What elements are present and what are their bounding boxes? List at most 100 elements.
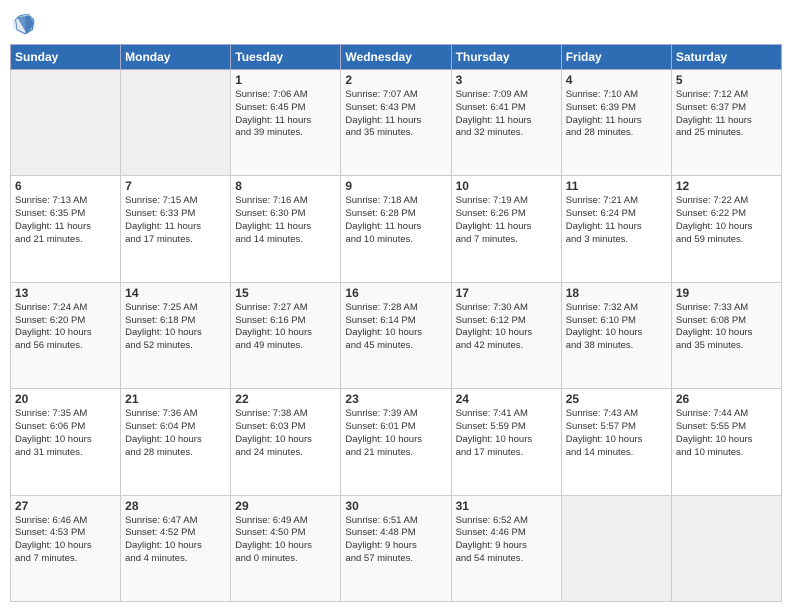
cell-content: Sunrise: 7:18 AM Sunset: 6:28 PM Dayligh… (345, 195, 446, 246)
cell-content: Sunrise: 7:28 AM Sunset: 6:14 PM Dayligh… (345, 302, 446, 353)
cell-content: Sunrise: 7:25 AM Sunset: 6:18 PM Dayligh… (125, 302, 226, 353)
calendar-row-4: 27 Sunrise: 6:46 AM Sunset: 4:53 PM Dayli… (11, 495, 782, 601)
day-number: 24 (456, 392, 557, 406)
day-number: 16 (345, 286, 446, 300)
day-number: 9 (345, 179, 446, 193)
day-number: 15 (235, 286, 336, 300)
calendar-cell: 29 Sunrise: 6:49 AM Sunset: 4:50 PM Dayli… (231, 495, 341, 601)
cell-content: Sunrise: 7:33 AM Sunset: 6:08 PM Dayligh… (676, 302, 777, 353)
calendar-row-1: 6 Sunrise: 7:13 AM Sunset: 6:35 PM Daylig… (11, 176, 782, 282)
cell-content: Sunrise: 7:07 AM Sunset: 6:43 PM Dayligh… (345, 89, 446, 140)
cell-content: Sunrise: 7:16 AM Sunset: 6:30 PM Dayligh… (235, 195, 336, 246)
calendar-cell: 14 Sunrise: 7:25 AM Sunset: 6:18 PM Dayli… (121, 282, 231, 388)
cell-content: Sunrise: 7:35 AM Sunset: 6:06 PM Dayligh… (15, 408, 116, 459)
day-number: 21 (125, 392, 226, 406)
cell-content: Sunrise: 7:10 AM Sunset: 6:39 PM Dayligh… (566, 89, 667, 140)
calendar-cell: 23 Sunrise: 7:39 AM Sunset: 6:01 PM Dayli… (341, 389, 451, 495)
weekday-saturday: Saturday (671, 45, 781, 70)
day-number: 27 (15, 499, 116, 513)
cell-content: Sunrise: 7:09 AM Sunset: 6:41 PM Dayligh… (456, 89, 557, 140)
cell-content: Sunrise: 7:15 AM Sunset: 6:33 PM Dayligh… (125, 195, 226, 246)
calendar-cell: 22Sunrise: 7:38 AM Sunset: 6:03 PM Dayli… (231, 389, 341, 495)
calendar-cell: 5 Sunrise: 7:12 AM Sunset: 6:37 PM Daylig… (671, 70, 781, 176)
calendar-cell: 6 Sunrise: 7:13 AM Sunset: 6:35 PM Daylig… (11, 176, 121, 282)
day-number: 25 (566, 392, 667, 406)
calendar-body: 1 Sunrise: 7:06 AM Sunset: 6:45 PM Daylig… (11, 70, 782, 602)
calendar-cell: 3 Sunrise: 7:09 AM Sunset: 6:41 PM Daylig… (451, 70, 561, 176)
day-number: 29 (235, 499, 336, 513)
cell-content: Sunrise: 7:27 AM Sunset: 6:16 PM Dayligh… (235, 302, 336, 353)
calendar-cell: 7 Sunrise: 7:15 AM Sunset: 6:33 PM Daylig… (121, 176, 231, 282)
calendar-cell: 19Sunrise: 7:33 AM Sunset: 6:08 PM Dayli… (671, 282, 781, 388)
weekday-tuesday: Tuesday (231, 45, 341, 70)
day-number: 31 (456, 499, 557, 513)
cell-content: Sunrise: 7:19 AM Sunset: 6:26 PM Dayligh… (456, 195, 557, 246)
calendar-cell: 26 Sunrise: 7:44 AM Sunset: 5:55 PM Dayli… (671, 389, 781, 495)
calendar-cell: 8 Sunrise: 7:16 AM Sunset: 6:30 PM Daylig… (231, 176, 341, 282)
day-number: 26 (676, 392, 777, 406)
day-number: 10 (456, 179, 557, 193)
calendar-cell (11, 70, 121, 176)
cell-content: Sunrise: 6:49 AM Sunset: 4:50 PM Dayligh… (235, 515, 336, 566)
cell-content: Sunrise: 7:43 AM Sunset: 5:57 PM Dayligh… (566, 408, 667, 459)
calendar-cell: 9 Sunrise: 7:18 AM Sunset: 6:28 PM Daylig… (341, 176, 451, 282)
day-number: 11 (566, 179, 667, 193)
day-number: 23 (345, 392, 446, 406)
day-number: 14 (125, 286, 226, 300)
calendar-cell: 25 Sunrise: 7:43 AM Sunset: 5:57 PM Dayli… (561, 389, 671, 495)
weekday-friday: Friday (561, 45, 671, 70)
calendar-cell: 18Sunrise: 7:32 AM Sunset: 6:10 PM Dayli… (561, 282, 671, 388)
cell-content: Sunrise: 6:47 AM Sunset: 4:52 PM Dayligh… (125, 515, 226, 566)
day-number: 5 (676, 73, 777, 87)
calendar-cell: 12Sunrise: 7:22 AM Sunset: 6:22 PM Dayli… (671, 176, 781, 282)
day-number: 4 (566, 73, 667, 87)
calendar-header: SundayMondayTuesdayWednesdayThursdayFrid… (11, 45, 782, 70)
weekday-thursday: Thursday (451, 45, 561, 70)
calendar-cell: 28 Sunrise: 6:47 AM Sunset: 4:52 PM Dayli… (121, 495, 231, 601)
cell-content: Sunrise: 6:52 AM Sunset: 4:46 PM Dayligh… (456, 515, 557, 566)
calendar-cell: 16 Sunrise: 7:28 AM Sunset: 6:14 PM Dayli… (341, 282, 451, 388)
day-number: 7 (125, 179, 226, 193)
cell-content: Sunrise: 7:22 AM Sunset: 6:22 PM Dayligh… (676, 195, 777, 246)
cell-content: Sunrise: 6:51 AM Sunset: 4:48 PM Dayligh… (345, 515, 446, 566)
day-number: 6 (15, 179, 116, 193)
calendar-cell (121, 70, 231, 176)
day-number: 30 (345, 499, 446, 513)
calendar-cell: 30 Sunrise: 6:51 AM Sunset: 4:48 PM Dayli… (341, 495, 451, 601)
cell-content: Sunrise: 7:24 AM Sunset: 6:20 PM Dayligh… (15, 302, 116, 353)
day-number: 8 (235, 179, 336, 193)
calendar-cell: 21 Sunrise: 7:36 AM Sunset: 6:04 PM Dayli… (121, 389, 231, 495)
calendar-row-0: 1 Sunrise: 7:06 AM Sunset: 6:45 PM Daylig… (11, 70, 782, 176)
day-number: 20 (15, 392, 116, 406)
calendar-cell: 31 Sunrise: 6:52 AM Sunset: 4:46 PM Dayli… (451, 495, 561, 601)
calendar-cell: 13Sunrise: 7:24 AM Sunset: 6:20 PM Dayli… (11, 282, 121, 388)
cell-content: Sunrise: 6:46 AM Sunset: 4:53 PM Dayligh… (15, 515, 116, 566)
calendar-row-2: 13Sunrise: 7:24 AM Sunset: 6:20 PM Dayli… (11, 282, 782, 388)
weekday-wednesday: Wednesday (341, 45, 451, 70)
cell-content: Sunrise: 7:36 AM Sunset: 6:04 PM Dayligh… (125, 408, 226, 459)
calendar-table: SundayMondayTuesdayWednesdayThursdayFrid… (10, 44, 782, 602)
calendar-cell: 11 Sunrise: 7:21 AM Sunset: 6:24 PM Dayli… (561, 176, 671, 282)
cell-content: Sunrise: 7:06 AM Sunset: 6:45 PM Dayligh… (235, 89, 336, 140)
cell-content: Sunrise: 7:41 AM Sunset: 5:59 PM Dayligh… (456, 408, 557, 459)
calendar-cell: 1 Sunrise: 7:06 AM Sunset: 6:45 PM Daylig… (231, 70, 341, 176)
day-number: 1 (235, 73, 336, 87)
calendar-cell: 20 Sunrise: 7:35 AM Sunset: 6:06 PM Dayli… (11, 389, 121, 495)
calendar-cell: 4 Sunrise: 7:10 AM Sunset: 6:39 PM Daylig… (561, 70, 671, 176)
calendar-cell: 24 Sunrise: 7:41 AM Sunset: 5:59 PM Dayli… (451, 389, 561, 495)
calendar-cell: 10 Sunrise: 7:19 AM Sunset: 6:26 PM Dayli… (451, 176, 561, 282)
calendar-cell: 17Sunrise: 7:30 AM Sunset: 6:12 PM Dayli… (451, 282, 561, 388)
weekday-monday: Monday (121, 45, 231, 70)
cell-content: Sunrise: 7:21 AM Sunset: 6:24 PM Dayligh… (566, 195, 667, 246)
cell-content: Sunrise: 7:39 AM Sunset: 6:01 PM Dayligh… (345, 408, 446, 459)
day-number: 28 (125, 499, 226, 513)
day-number: 22 (235, 392, 336, 406)
cell-content: Sunrise: 7:44 AM Sunset: 5:55 PM Dayligh… (676, 408, 777, 459)
cell-content: Sunrise: 7:13 AM Sunset: 6:35 PM Dayligh… (15, 195, 116, 246)
day-number: 2 (345, 73, 446, 87)
calendar-cell (561, 495, 671, 601)
day-number: 3 (456, 73, 557, 87)
logo (10, 10, 40, 38)
calendar-row-3: 20 Sunrise: 7:35 AM Sunset: 6:06 PM Dayli… (11, 389, 782, 495)
cell-content: Sunrise: 7:12 AM Sunset: 6:37 PM Dayligh… (676, 89, 777, 140)
